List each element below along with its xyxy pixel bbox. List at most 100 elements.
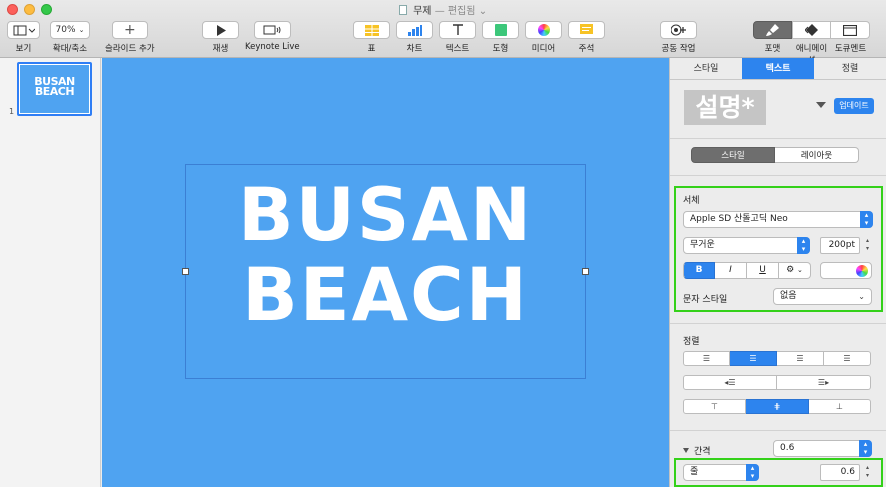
text-icon — [452, 24, 463, 35]
table-label: 표 — [367, 44, 376, 54]
gear-icon: ⚙ — [786, 265, 795, 275]
add-slide-control: + 슬라이드 추가 — [105, 21, 155, 54]
slide-canvas[interactable]: BUSAN BEACH — [102, 58, 669, 487]
chevron-down-icon[interactable]: ⌄ — [479, 6, 487, 17]
font-weight-select[interactable]: 무거운 ▴ ▾ — [683, 237, 810, 254]
comment-button[interactable] — [568, 21, 605, 39]
slide-title[interactable]: BUSAN BEACH — [186, 176, 585, 336]
font-weight-value: 무거운 — [690, 240, 715, 250]
outdent-icon: ◂☰ — [724, 378, 736, 387]
character-style-label: 문자 스타일 — [683, 295, 728, 305]
resize-handle-left[interactable] — [182, 268, 189, 275]
slide-thumbnail-preview: BUSAN BEACH — [20, 65, 89, 113]
shape-button[interactable] — [482, 21, 519, 39]
keynote-live-label: Keynote Live — [245, 42, 300, 52]
sidebar-icon — [13, 25, 35, 35]
keynote-live-button[interactable] — [253, 21, 291, 39]
bold-button[interactable]: B — [683, 262, 715, 279]
slide-thumbnail[interactable]: BUSAN BEACH — [17, 62, 92, 116]
justify-icon: ☰ — [843, 354, 851, 363]
photos-icon — [537, 24, 550, 36]
underline-button[interactable]: U — [747, 262, 779, 279]
text-options-button[interactable]: ⚙ ⌄ — [779, 262, 811, 279]
toolbar: 무제 — 편집됨 ⌄ 보기 70% ⌄ 확대/축소 + 슬라이드 추가 재생 K… — [0, 0, 886, 66]
line-spacing-type-value: 줄 — [690, 467, 699, 477]
collaborate-control: 공동 작업 — [660, 21, 697, 54]
indent-buttons: ◂☰ ☰▸ — [683, 375, 871, 390]
line-spacing-type-select[interactable]: 줄 ▴ ▾ — [683, 464, 759, 481]
font-family-value: Apple SD 산돌고딕 Neo — [690, 214, 788, 224]
align-left-button[interactable]: ☰ — [683, 351, 730, 366]
comment-control: 주석 — [568, 21, 605, 54]
tab-style[interactable]: 스타일 — [670, 58, 742, 79]
media-button[interactable] — [525, 21, 562, 39]
align-middle-button[interactable]: ⋕ — [746, 399, 809, 414]
sub-tab-layout[interactable]: 레이아웃 — [775, 147, 859, 163]
square-shape-icon — [494, 24, 507, 36]
align-middle-icon: ⋕ — [773, 402, 781, 411]
tab-text[interactable]: 텍스트 — [742, 58, 814, 79]
inspector-segment — [753, 21, 870, 39]
title-text-box[interactable]: BUSAN BEACH — [182, 164, 589, 379]
animate-button[interactable] — [792, 21, 831, 39]
add-slide-button[interactable]: + — [111, 21, 148, 39]
divider — [670, 430, 886, 431]
divider — [670, 175, 886, 176]
collaborate-icon — [670, 24, 686, 36]
chart-button[interactable] — [396, 21, 433, 39]
text-button[interactable] — [439, 21, 476, 39]
document-button[interactable] — [831, 21, 870, 39]
collaborate-button[interactable] — [660, 21, 697, 39]
disclosure-triangle-icon — [683, 448, 689, 453]
play-control: 재생 — [202, 21, 239, 54]
paragraph-style-preview[interactable]: 설명* — [684, 90, 766, 125]
italic-button[interactable]: I — [715, 262, 747, 279]
chevron-down-icon[interactable] — [816, 102, 826, 108]
font-family-select[interactable]: Apple SD 산돌고딕 Neo ▴ ▾ — [683, 211, 873, 228]
align-top-button[interactable]: ⊤ — [683, 399, 746, 414]
format-button[interactable] — [753, 21, 792, 39]
chart-control: 차트 — [396, 21, 433, 54]
update-button[interactable]: 업데이트 — [834, 98, 874, 114]
view-button[interactable] — [7, 21, 40, 39]
decrease-indent-button[interactable]: ◂☰ — [683, 375, 777, 390]
text-color-well[interactable] — [820, 262, 872, 279]
broadcast-icon — [263, 25, 281, 34]
resize-handle-right[interactable] — [582, 268, 589, 275]
line-spacing-stepper[interactable]: ▴ ▾ — [863, 464, 872, 481]
spacing-section-label[interactable]: 간격 — [683, 444, 711, 457]
align-center-button[interactable]: ☰ — [730, 351, 777, 366]
text-control: 텍스트 — [439, 21, 476, 54]
text-sub-tabs: 스타일 레이아웃 — [691, 147, 859, 163]
align-bottom-button[interactable]: ⊥ — [809, 399, 871, 414]
table-button[interactable] — [353, 21, 390, 39]
justify-button[interactable]: ☰ — [824, 351, 871, 366]
document-title[interactable]: 무제 — [413, 6, 431, 17]
collaborate-label: 공동 작업 — [661, 44, 696, 54]
slide-title-line2: BEACH — [242, 253, 529, 338]
plus-icon: + — [123, 22, 136, 38]
vertical-alignment-buttons: ⊤ ⋕ ⊥ — [683, 399, 871, 414]
line-spacing-field[interactable]: 0.6 — [820, 464, 860, 481]
increase-indent-button[interactable]: ☰▸ — [777, 375, 871, 390]
chart-label: 차트 — [406, 44, 423, 54]
align-bottom-icon: ⊥ — [836, 402, 843, 411]
play-button[interactable] — [202, 21, 239, 39]
font-size-field[interactable]: 200pt — [820, 237, 860, 254]
horizontal-alignment-buttons: ☰ ☰ ☰ ☰ — [683, 351, 871, 366]
updown-chevron-icon: ▴ ▾ — [746, 464, 759, 481]
zoom-select[interactable]: 70% ⌄ — [50, 21, 90, 39]
comment-label: 주석 — [578, 44, 595, 54]
align-center-icon: ☰ — [749, 354, 757, 363]
play-icon — [216, 24, 226, 36]
thumbnail-line2: BEACH — [34, 85, 75, 98]
tab-arrange[interactable]: 정렬 — [814, 58, 886, 79]
shape-control: 도형 — [482, 21, 519, 54]
sub-tab-style[interactable]: 스타일 — [691, 147, 775, 163]
edit-status: 편집됨 — [447, 6, 476, 17]
spacing-select[interactable]: 0.6 ▴ ▾ — [773, 440, 872, 457]
character-style-select[interactable]: 없음 ⌄ — [773, 288, 872, 305]
align-right-button[interactable]: ☰ — [777, 351, 824, 366]
color-wheel-icon[interactable] — [856, 265, 868, 277]
font-size-stepper[interactable]: ▴ ▾ — [863, 237, 872, 254]
